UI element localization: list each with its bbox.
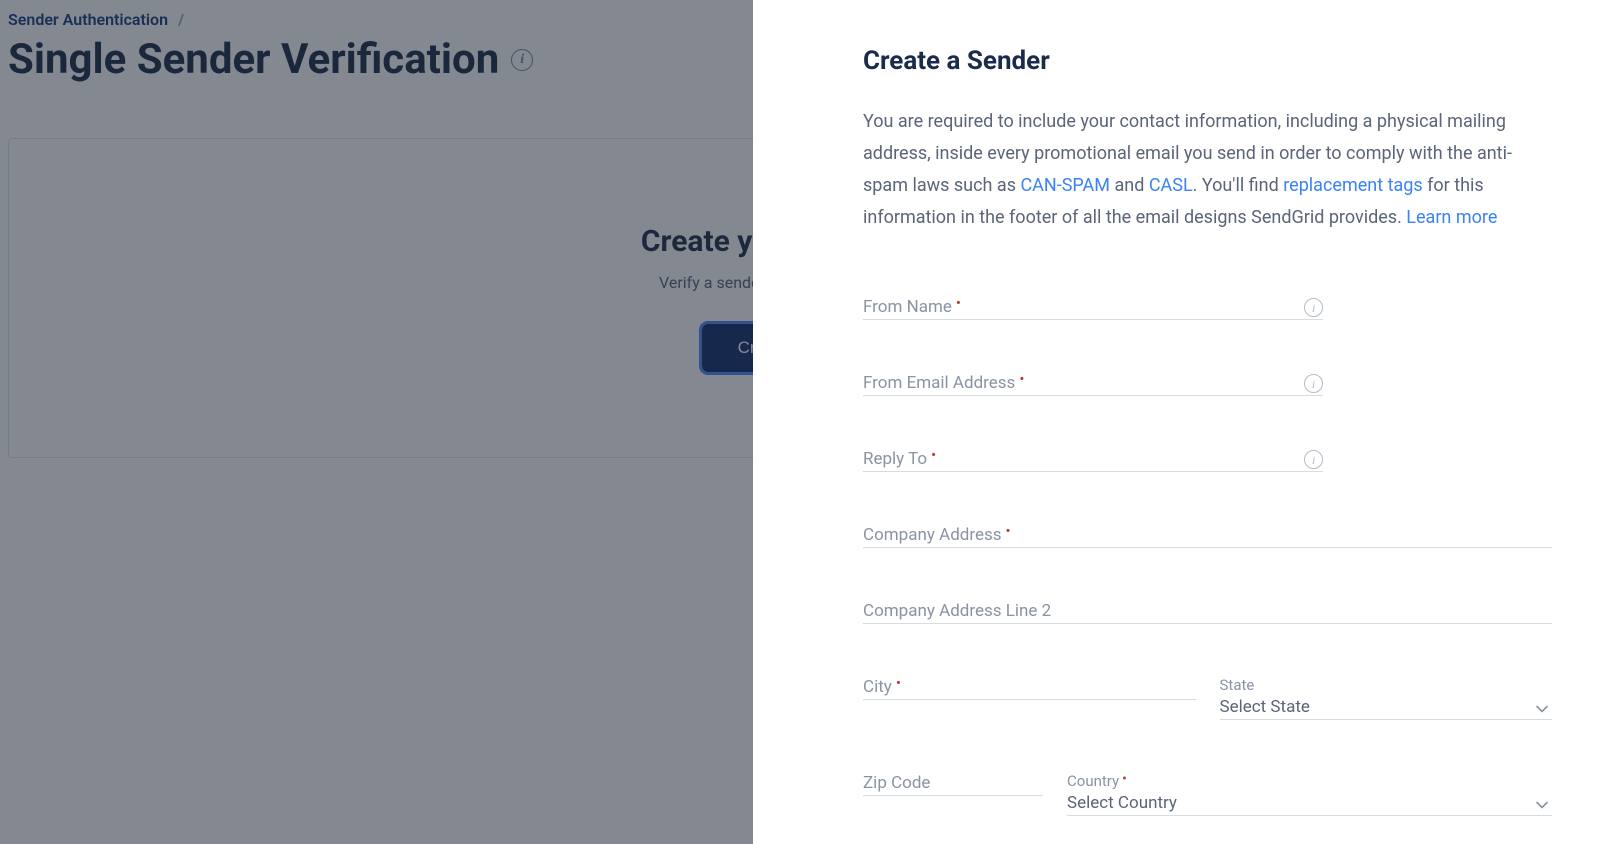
learn-more-link[interactable]: Learn more (1406, 207, 1497, 228)
country-value: Select Country (1067, 793, 1177, 813)
from-email-field: From Email Address• i (863, 372, 1323, 396)
drawer-title: Create a Sender (863, 46, 1552, 76)
company-address-field: Company Address• (863, 524, 1552, 548)
sender-form: From Name• i From Email Address• i Reply… (863, 296, 1552, 816)
create-sender-drawer: Create a Sender You are required to incl… (753, 0, 1600, 844)
state-label: State (1220, 676, 1553, 694)
zip-code-input[interactable] (863, 772, 1043, 794)
replacement-tags-link[interactable]: replacement tags (1283, 175, 1422, 196)
drawer-description: You are required to include your contact… (863, 106, 1552, 234)
country-field[interactable]: Country• Select Country (1067, 772, 1552, 816)
reply-to-field: Reply To• i (863, 448, 1323, 472)
info-icon[interactable]: i (1304, 298, 1323, 317)
info-icon[interactable]: i (1304, 374, 1323, 393)
state-value: Select State (1220, 697, 1310, 717)
info-icon[interactable]: i (1304, 450, 1323, 469)
chevron-down-icon (1536, 801, 1548, 809)
casl-link[interactable]: CASL (1149, 175, 1193, 196)
country-label: Country• (1067, 772, 1552, 790)
company-address-2-field: Company Address Line 2 (863, 600, 1552, 624)
zip-code-field: Zip Code (863, 772, 1043, 796)
from-email-input[interactable] (863, 372, 1323, 394)
company-address-input[interactable] (863, 524, 1552, 546)
chevron-down-icon (1536, 705, 1548, 713)
from-name-field: From Name• i (863, 296, 1323, 320)
modal-overlay[interactable] (0, 0, 753, 844)
from-name-input[interactable] (863, 296, 1323, 318)
reply-to-input[interactable] (863, 448, 1323, 470)
can-spam-link[interactable]: CAN-SPAM (1020, 175, 1110, 196)
city-input[interactable] (863, 676, 1196, 698)
state-field[interactable]: State Select State (1220, 676, 1553, 720)
city-field: City• (863, 676, 1196, 700)
company-address-2-input[interactable] (863, 600, 1552, 622)
